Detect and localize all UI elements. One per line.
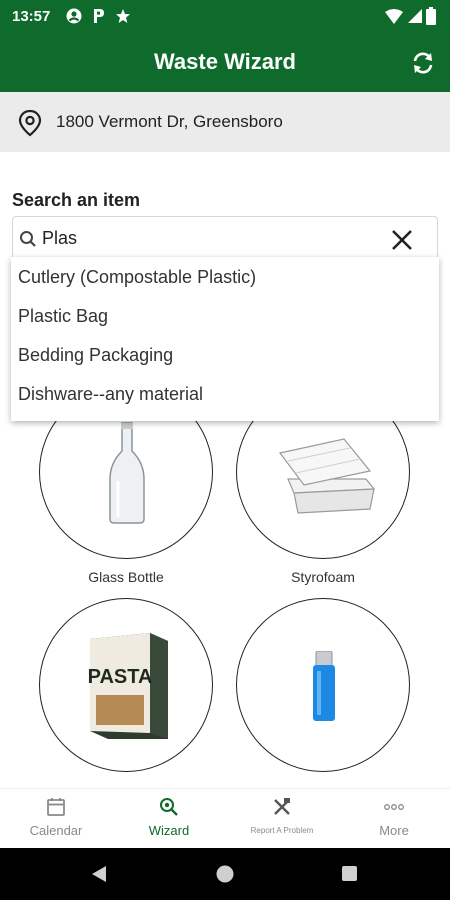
refresh-icon[interactable] <box>410 50 436 76</box>
search-input[interactable]: Plas <box>12 216 438 260</box>
home-icon[interactable] <box>215 864 235 884</box>
search-label: Search an item <box>12 190 141 210</box>
wifi-icon <box>385 9 403 28</box>
location-address: 1800 Vermont Dr, Greensboro <box>56 112 283 131</box>
app-bar: Waste Wizard <box>0 34 450 92</box>
wizard-search-icon <box>159 797 179 822</box>
back-icon[interactable] <box>90 865 108 883</box>
parking-icon <box>92 8 106 28</box>
suggestion-item[interactable]: Plastic Bag <box>18 306 108 327</box>
nav-calendar[interactable]: Calendar <box>0 789 112 849</box>
status-bar: 13:57 <box>0 0 450 34</box>
location-pin-icon <box>18 109 42 142</box>
app-title: Waste Wizard <box>153 49 296 74</box>
more-dots-icon <box>384 797 404 822</box>
cell-signal-icon <box>408 9 422 27</box>
account-circle-icon <box>66 8 82 28</box>
suggestion-item[interactable]: Dishware--any material <box>18 384 203 405</box>
pasta-box-image: PASTA <box>88 633 168 739</box>
item-lighter[interactable] <box>236 598 410 772</box>
status-time: 13:57 <box>12 8 51 25</box>
bottom-nav: Calendar Wizard Report A Problem More <box>0 788 450 849</box>
clear-icon[interactable] <box>391 229 413 251</box>
styrofoam-container-image <box>278 438 376 514</box>
nav-label: Report A Problem <box>250 826 314 835</box>
lighter-image <box>313 651 335 721</box>
nav-label: More <box>379 823 409 838</box>
pasta-box-text: PASTA <box>88 666 152 688</box>
star-icon <box>115 8 131 28</box>
glass-bottle-image <box>109 422 145 524</box>
battery-icon <box>426 7 436 29</box>
recents-icon[interactable] <box>341 865 358 882</box>
nav-label: Calendar <box>29 823 83 838</box>
suggestion-item[interactable]: Cutlery (Compostable Plastic) <box>18 267 256 288</box>
search-query[interactable]: Plas <box>42 228 77 249</box>
item-caption: Glass Bottle <box>88 569 164 585</box>
item-caption: Styrofoam <box>291 569 355 585</box>
system-nav-bar <box>0 848 450 900</box>
item-pasta-box[interactable]: PASTA <box>39 598 213 772</box>
suggestions-dropdown: Cutlery (Compostable Plastic) Plastic Ba… <box>11 257 439 421</box>
calendar-icon <box>46 797 66 822</box>
nav-report-problem[interactable]: Report A Problem <box>226 789 338 849</box>
nav-wizard[interactable]: Wizard <box>113 789 225 849</box>
suggestion-item[interactable]: Bedding Packaging <box>18 345 173 366</box>
tools-icon <box>272 797 292 822</box>
location-bar[interactable]: 1800 Vermont Dr, Greensboro <box>0 92 450 152</box>
search-icon <box>19 230 37 253</box>
nav-more[interactable]: More <box>338 789 450 849</box>
nav-label: Wizard <box>148 823 190 838</box>
